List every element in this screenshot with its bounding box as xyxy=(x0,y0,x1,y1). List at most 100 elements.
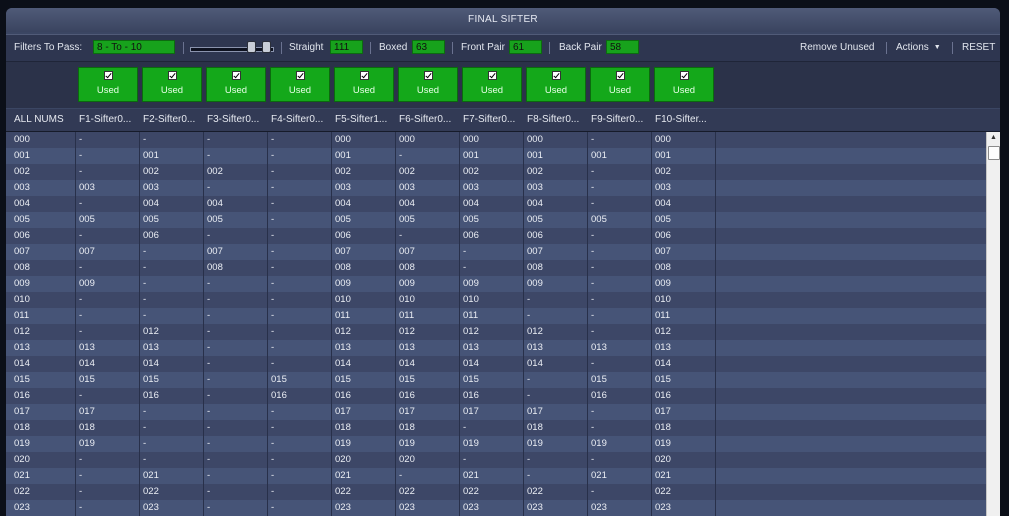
filter-used-toggle[interactable]: Used xyxy=(270,67,330,102)
table-cell: - xyxy=(399,150,403,161)
filter-used-toggle[interactable]: Used xyxy=(334,67,394,102)
filter-used-toggle[interactable]: Used xyxy=(398,67,458,102)
table-cell: 001 xyxy=(591,150,607,161)
table-row[interactable]: 023 - 023 - - 023 023 023 023 023 023 xyxy=(6,500,986,516)
column-header[interactable]: ALL NUMS xyxy=(14,109,74,131)
table-cell: - xyxy=(271,198,275,209)
used-label: Used xyxy=(352,85,376,96)
reset-button[interactable]: RESET xyxy=(962,35,995,61)
table-cell: - xyxy=(79,150,83,161)
table-cell: 004 xyxy=(527,198,543,209)
column-header[interactable]: F5-Sifter1... xyxy=(335,109,395,131)
table-row[interactable]: 018 018 - - - 018 018 - 018 - 018 xyxy=(6,420,986,436)
table-cell: 019 xyxy=(655,438,671,449)
used-checkbox[interactable] xyxy=(103,71,113,80)
table-cell: 019 xyxy=(14,438,30,449)
table-row[interactable]: 011 - - - - 011 011 011 - - 011 xyxy=(6,308,986,324)
column-divider xyxy=(523,132,524,516)
panel-title: FINAL SIFTER xyxy=(6,8,1000,32)
column-header[interactable]: F4-Sifter0... xyxy=(271,109,331,131)
filter-used-toggle[interactable]: Used xyxy=(590,67,650,102)
filter-used-toggle[interactable]: Used xyxy=(526,67,586,102)
used-checkbox[interactable] xyxy=(167,71,177,80)
table-cell: - xyxy=(207,454,211,465)
table-row[interactable]: 007 007 - 007 - 007 007 - 007 - 007 xyxy=(6,244,986,260)
filter-used-toggle[interactable]: Used xyxy=(206,67,266,102)
filters-to-pass-value[interactable]: 8 - To - 10 xyxy=(93,40,175,54)
table-cell: - xyxy=(527,310,531,321)
table-row[interactable]: 001 - 001 - - 001 - 001 001 001 001 xyxy=(6,148,986,164)
table-cell: 002 xyxy=(335,166,351,177)
column-header[interactable]: F8-Sifter0... xyxy=(527,109,587,131)
used-checkbox[interactable] xyxy=(295,71,305,80)
table-row[interactable]: 010 - - - - 010 010 010 - - 010 xyxy=(6,292,986,308)
table-row[interactable]: 021 - 021 - - 021 - 021 - 021 021 xyxy=(6,468,986,484)
table-row[interactable]: 020 - - - - 020 020 - - - 020 xyxy=(6,452,986,468)
table-cell: 015 xyxy=(591,374,607,385)
table-row[interactable]: 015 015 015 - 015 015 015 015 - 015 015 xyxy=(6,372,986,388)
filter-used-toggle[interactable]: Used xyxy=(462,67,522,102)
table-cell: 011 xyxy=(14,310,30,321)
table-row[interactable]: 016 - 016 - 016 016 016 016 - 016 016 xyxy=(6,388,986,404)
column-header[interactable]: F10-Sifter... xyxy=(655,109,715,131)
used-checkbox[interactable] xyxy=(551,71,561,80)
table-cell: 019 xyxy=(79,438,95,449)
filter-used-toggle[interactable]: Used xyxy=(142,67,202,102)
used-label: Used xyxy=(416,85,440,96)
used-checkbox[interactable] xyxy=(423,71,433,80)
table-cell: 017 xyxy=(14,406,30,417)
table-cell: 008 xyxy=(527,262,543,273)
used-label: Used xyxy=(672,85,696,96)
table-row[interactable]: 000 - - - - 000 000 000 000 - 000 xyxy=(6,132,986,148)
table-row[interactable]: 017 017 - - - 017 017 017 017 - 017 xyxy=(6,404,986,420)
table-cell: 003 xyxy=(143,182,159,193)
used-checkbox[interactable] xyxy=(231,71,241,80)
column-header[interactable]: F7-Sifter0... xyxy=(463,109,523,131)
table-cell: - xyxy=(271,406,275,417)
table-cell: 021 xyxy=(335,470,351,481)
used-checkbox[interactable] xyxy=(487,71,497,80)
used-checkbox[interactable] xyxy=(615,71,625,80)
used-checkbox[interactable] xyxy=(679,71,689,80)
filter-used-toggle[interactable]: Used xyxy=(654,67,714,102)
actions-menu[interactable]: Actions ▼ xyxy=(896,35,941,61)
scroll-up-arrow-icon[interactable]: ▲ xyxy=(987,132,1000,144)
table-row[interactable]: 006 - 006 - - 006 - 006 006 - 006 xyxy=(6,228,986,244)
table-cell: 011 xyxy=(335,310,351,321)
table-cell: 023 xyxy=(463,502,479,513)
table-row[interactable]: 004 - 004 004 - 004 004 004 004 - 004 xyxy=(6,196,986,212)
table-cell: - xyxy=(207,134,211,145)
table-cell: - xyxy=(271,310,275,321)
table-row[interactable]: 013 013 013 - - 013 013 013 013 013 013 xyxy=(6,340,986,356)
table-cell: 015 xyxy=(463,374,479,385)
table-row[interactable]: 005 005 005 005 - 005 005 005 005 005 005 xyxy=(6,212,986,228)
slider-handle-low[interactable] xyxy=(247,41,256,53)
column-header[interactable]: F3-Sifter0... xyxy=(207,109,267,131)
column-header[interactable]: F6-Sifter0... xyxy=(399,109,459,131)
table-cell: 023 xyxy=(591,502,607,513)
column-header[interactable]: F1-Sifter0... xyxy=(79,109,139,131)
straight-count: 111 xyxy=(330,40,363,54)
table-row[interactable]: 019 019 - - - 019 019 019 019 019 019 xyxy=(6,436,986,452)
table-row[interactable]: 008 - - 008 - 008 008 - 008 - 008 xyxy=(6,260,986,276)
table-row[interactable]: 012 - 012 - - 012 012 012 012 - 012 xyxy=(6,324,986,340)
table-cell: - xyxy=(463,262,467,273)
table-cell: 016 xyxy=(271,390,287,401)
table-row[interactable]: 009 009 - - - 009 009 009 009 - 009 xyxy=(6,276,986,292)
filter-used-toggle[interactable]: Used xyxy=(78,67,138,102)
slider-handle-high[interactable] xyxy=(262,41,271,53)
table-cell: 010 xyxy=(335,294,351,305)
remove-unused-button[interactable]: Remove Unused xyxy=(800,35,874,61)
table-cell: - xyxy=(271,342,275,353)
table-cell: 021 xyxy=(14,470,30,481)
table-row[interactable]: 022 - 022 - - 022 022 022 022 - 022 xyxy=(6,484,986,500)
column-header[interactable]: F9-Sifter0... xyxy=(591,109,651,131)
table-row[interactable]: 014 014 014 - - 014 014 014 014 - 014 xyxy=(6,356,986,372)
column-header[interactable]: F2-Sifter0... xyxy=(143,109,203,131)
used-checkbox[interactable] xyxy=(359,71,369,80)
vertical-scrollbar[interactable]: ▲ xyxy=(986,132,1000,516)
table-cell: 021 xyxy=(655,470,671,481)
table-row[interactable]: 002 - 002 002 - 002 002 002 002 - 002 xyxy=(6,164,986,180)
table-row[interactable]: 003 003 003 - - 003 003 003 003 - 003 xyxy=(6,180,986,196)
scrollbar-thumb[interactable] xyxy=(988,146,1000,160)
